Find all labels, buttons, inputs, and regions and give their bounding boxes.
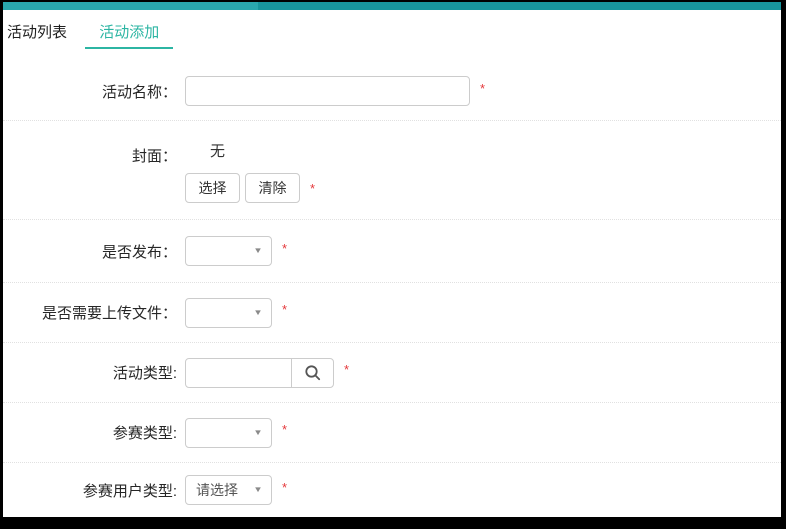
- publish-select[interactable]: ▼: [185, 236, 272, 266]
- activity-type-input[interactable]: [185, 358, 292, 388]
- required-marker: *: [344, 363, 349, 376]
- activity-name-label: 活动名称：: [3, 81, 185, 102]
- chevron-down-icon: ▼: [253, 299, 263, 327]
- page: 活动列表 活动添加 活动名称： * 封面： 无 选择 清除 *: [3, 2, 781, 517]
- chevron-down-icon: ▼: [253, 476, 263, 504]
- tab-activity-add[interactable]: 活动添加: [85, 22, 173, 49]
- activity-name-input[interactable]: [185, 76, 470, 106]
- activity-type-search-group: [185, 358, 334, 388]
- entry-type-label: 参赛类型:: [3, 422, 185, 443]
- top-accent-bar: [3, 2, 781, 10]
- publish-label: 是否发布：: [3, 241, 185, 262]
- tab-bar: 活动列表 活动添加: [3, 10, 781, 48]
- search-icon: [304, 364, 322, 382]
- required-marker: *: [282, 423, 287, 436]
- required-marker: *: [282, 481, 287, 494]
- entry-user-type-label: 参赛用户类型:: [3, 480, 185, 501]
- row-entry-user-type: 参赛用户类型: 请选择 ▼ *: [3, 463, 781, 517]
- cover-label: 封面：: [3, 121, 185, 166]
- cover-clear-button[interactable]: 清除: [245, 173, 300, 203]
- required-marker: *: [310, 182, 315, 195]
- activity-type-label: 活动类型:: [3, 362, 185, 383]
- cover-select-button[interactable]: 选择: [185, 173, 240, 203]
- required-marker: *: [282, 242, 287, 255]
- entry-user-type-select[interactable]: 请选择 ▼: [185, 475, 272, 505]
- required-marker: *: [480, 82, 485, 95]
- row-publish: 是否发布： ▼ *: [3, 220, 781, 283]
- window-frame: 活动列表 活动添加 活动名称： * 封面： 无 选择 清除 *: [0, 0, 786, 529]
- cover-none-text: 无: [185, 137, 315, 167]
- row-entry-type: 参赛类型: ▼ *: [3, 403, 781, 463]
- chevron-down-icon: ▼: [253, 237, 263, 265]
- row-cover: 封面： 无 选择 清除 *: [3, 121, 781, 220]
- entry-type-select[interactable]: ▼: [185, 418, 272, 448]
- chevron-down-icon: ▼: [253, 419, 263, 447]
- required-marker: *: [282, 303, 287, 316]
- upload-file-label: 是否需要上传文件：: [3, 302, 185, 323]
- row-activity-type: 活动类型: *: [3, 343, 781, 403]
- upload-file-select[interactable]: ▼: [185, 298, 272, 328]
- tab-activity-list[interactable]: 活动列表: [7, 22, 67, 43]
- activity-type-search-button[interactable]: [291, 358, 334, 388]
- row-upload-file: 是否需要上传文件： ▼ *: [3, 283, 781, 343]
- row-activity-name: 活动名称： *: [3, 48, 781, 121]
- entry-user-type-select-value: 请选择: [196, 482, 238, 498]
